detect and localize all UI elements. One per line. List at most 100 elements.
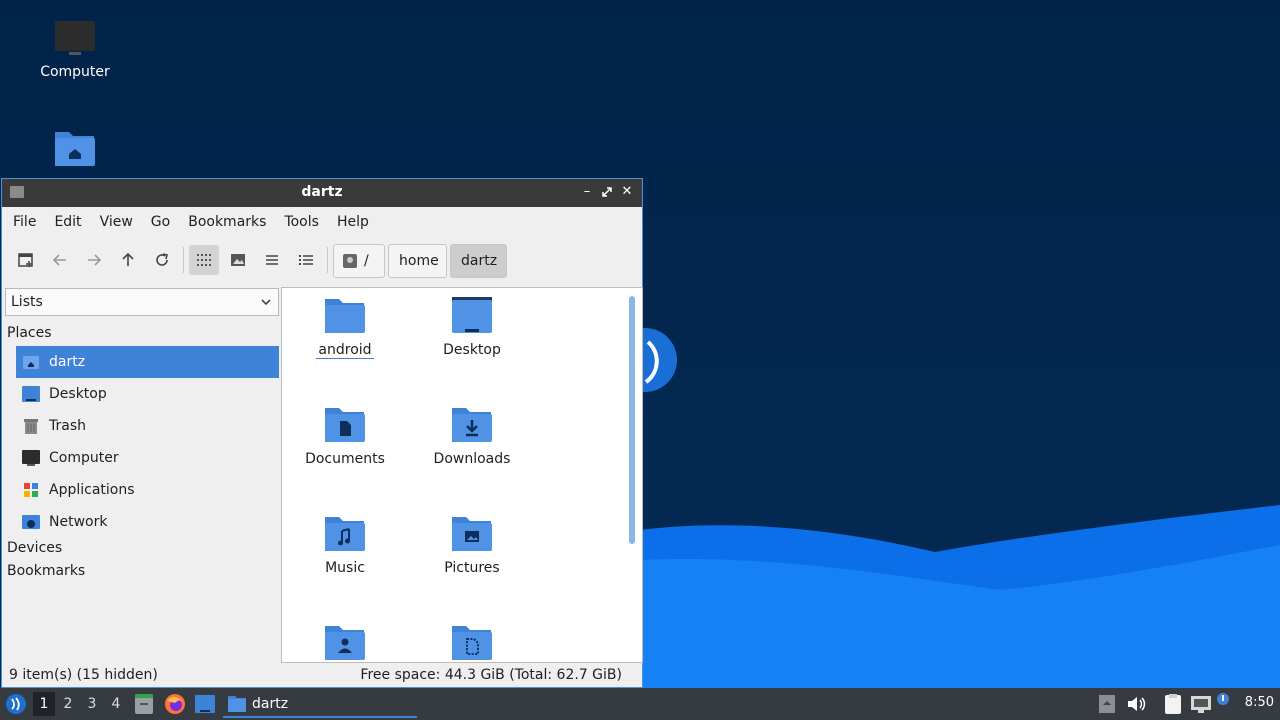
- sidebar-item-desktop[interactable]: Desktop: [16, 378, 279, 410]
- task-button-dartz[interactable]: dartz: [223, 691, 417, 718]
- menu-tools[interactable]: Tools: [277, 214, 326, 230]
- detailed-view-button[interactable]: [291, 245, 321, 275]
- icon-view-button[interactable]: [189, 245, 219, 275]
- reload-button[interactable]: [147, 245, 177, 275]
- menu-view[interactable]: View: [93, 214, 140, 230]
- templates-folder-icon: [452, 626, 492, 660]
- new-tab-button[interactable]: [11, 245, 41, 275]
- network-icon: [21, 512, 41, 532]
- computer-icon: [21, 448, 41, 468]
- free-space-status: Free space: 44.3 GiB (Total: 62.7 GiB): [360, 667, 622, 683]
- devices-header[interactable]: Devices: [7, 540, 62, 556]
- files-launcher[interactable]: [134, 693, 154, 719]
- file-label: android: [316, 342, 374, 359]
- maximize-button[interactable]: [598, 183, 616, 201]
- tray-removable-icon[interactable]: [1098, 694, 1116, 718]
- breadcrumb-root[interactable]: /: [333, 244, 385, 278]
- reload-icon: [156, 253, 168, 266]
- taskbar: 1 2 3 4 dartz 8:50: [0, 688, 1280, 720]
- back-button[interactable]: [45, 245, 75, 275]
- show-desktop-button[interactable]: [194, 693, 216, 719]
- firefox-launcher[interactable]: [164, 693, 186, 719]
- toolbar-separator: [183, 247, 184, 273]
- file-label: Downloads: [433, 451, 511, 467]
- folder-icon: [228, 695, 246, 712]
- statusbar: 9 item(s) (15 hidden) Free space: 44.3 G…: [2, 665, 642, 687]
- menu-file[interactable]: File: [6, 214, 43, 230]
- maximize-icon: [602, 187, 612, 197]
- minimize-button[interactable]: –: [578, 183, 596, 201]
- menu-edit[interactable]: Edit: [47, 214, 88, 230]
- clock[interactable]: 8:50: [1245, 695, 1274, 710]
- desktop-folder-icon: [452, 297, 492, 333]
- breadcrumb-dartz[interactable]: dartz: [450, 244, 507, 278]
- firefox-icon: [165, 694, 185, 714]
- desktop-icon-computer[interactable]: Computer: [25, 20, 125, 80]
- places-header[interactable]: Places: [7, 325, 52, 341]
- menu-bookmarks[interactable]: Bookmarks: [181, 214, 273, 230]
- side-pane-mode-select[interactable]: Lists: [5, 288, 279, 316]
- file-label: Documents: [305, 451, 385, 467]
- arrow-up-icon: [122, 252, 134, 266]
- new-tab-icon: [18, 253, 33, 267]
- sidebar-item-computer[interactable]: Computer: [16, 442, 279, 474]
- close-button[interactable]: ✕: [618, 183, 636, 201]
- compact-list-icon: [266, 255, 278, 265]
- thumbnail-view-button[interactable]: [223, 245, 253, 275]
- window-titlebar[interactable]: dartz – ✕: [2, 179, 642, 207]
- sidebar-item-network[interactable]: Network: [16, 506, 279, 538]
- file-item-downloads[interactable]: Downloads: [417, 405, 527, 467]
- scrollbar-thumb[interactable]: [629, 296, 635, 544]
- image-view-icon: [231, 254, 245, 266]
- drive-icon: [343, 254, 357, 268]
- up-button[interactable]: [113, 245, 143, 275]
- breadcrumb-home[interactable]: home: [388, 244, 447, 278]
- file-view[interactable]: android Desktop Documents Downloads Musi…: [281, 287, 643, 663]
- detailed-list-icon: [299, 255, 313, 265]
- file-item-music[interactable]: Music: [290, 514, 400, 576]
- sidebar-item-applications[interactable]: Applications: [16, 474, 279, 506]
- file-item-documents[interactable]: Documents: [290, 405, 400, 467]
- grid-view-icon: [197, 254, 211, 266]
- workspace-1[interactable]: 1: [33, 692, 55, 716]
- file-item-templates[interactable]: [417, 623, 527, 662]
- menubar: File Edit View Go Bookmarks Tools Help: [2, 207, 642, 237]
- compact-view-button[interactable]: [257, 245, 287, 275]
- bookmarks-header[interactable]: Bookmarks: [7, 563, 85, 579]
- sidebar: Lists Places dartz Desktop Trash Compute…: [5, 287, 279, 667]
- music-folder-icon: [325, 517, 365, 551]
- file-item-android[interactable]: android: [290, 296, 400, 359]
- desktop-icon: [21, 384, 41, 404]
- clipboard-button[interactable]: [1163, 693, 1183, 719]
- network-tray-button[interactable]: [1190, 694, 1212, 718]
- documents-folder-icon: [325, 408, 365, 442]
- workspace-2[interactable]: 2: [57, 692, 79, 716]
- trash-icon: [21, 416, 41, 436]
- info-icon: [1217, 693, 1229, 705]
- menu-help[interactable]: Help: [330, 214, 376, 230]
- app-menu-button[interactable]: [5, 693, 27, 719]
- drive-eject-icon: [1099, 695, 1115, 713]
- monitor-icon: [55, 21, 95, 55]
- workspace-3[interactable]: 3: [81, 692, 103, 716]
- workspace-4[interactable]: 4: [105, 692, 127, 716]
- desktop-icon-home[interactable]: [25, 128, 125, 174]
- sidebar-item-dartz[interactable]: dartz: [16, 346, 279, 378]
- item-count-status: 9 item(s) (15 hidden): [9, 667, 158, 683]
- toolbar: / home dartz: [2, 237, 642, 283]
- sidebar-item-label: Computer: [49, 450, 119, 466]
- menu-go[interactable]: Go: [144, 214, 177, 230]
- file-item-pictures[interactable]: Pictures: [417, 514, 527, 576]
- sidebar-item-label: dartz: [49, 354, 86, 370]
- clipboard-icon: [1165, 694, 1181, 714]
- forward-button[interactable]: [79, 245, 109, 275]
- applications-icon: [21, 480, 41, 500]
- update-notifier-button[interactable]: [1216, 692, 1230, 710]
- file-item-desktop[interactable]: Desktop: [417, 296, 527, 358]
- arrow-right-icon: [88, 254, 102, 266]
- sidebar-item-trash[interactable]: Trash: [16, 410, 279, 442]
- volume-button[interactable]: [1126, 694, 1146, 718]
- network-wired-icon: [1191, 696, 1211, 713]
- file-item-public[interactable]: [290, 623, 400, 662]
- breadcrumb-label: dartz: [461, 253, 498, 269]
